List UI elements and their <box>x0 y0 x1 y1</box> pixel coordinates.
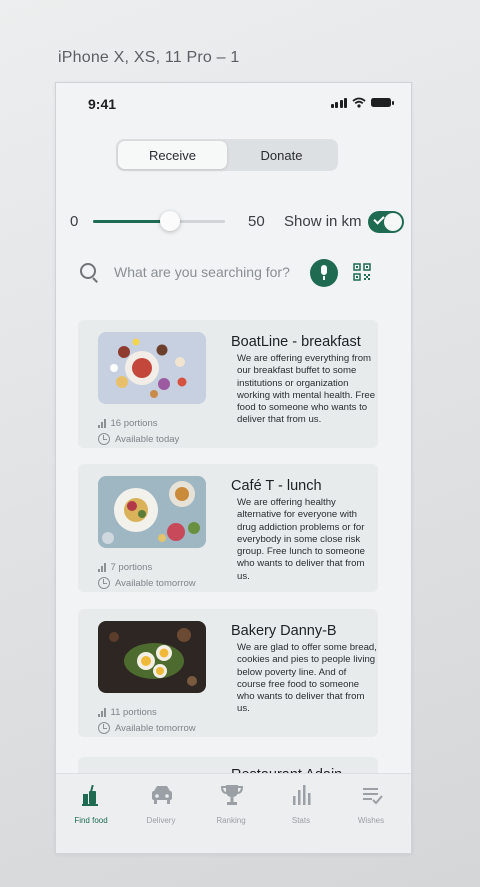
trophy-icon <box>220 785 244 805</box>
phone-screen: 9:41 Receive Donate 0 50 Show in km What… <box>55 82 412 854</box>
search-icon <box>80 263 96 279</box>
voice-search-button[interactable] <box>310 259 338 287</box>
search-bar <box>70 254 345 290</box>
listing-meta: 16 portions Available today <box>98 416 179 448</box>
qr-code-scan-button[interactable] <box>353 263 371 281</box>
distance-min-label: 0 <box>70 213 79 230</box>
availability-text: Available tomorrow <box>115 577 196 589</box>
tab-find-food[interactable]: Find food <box>56 774 126 834</box>
tab-label: Wishes <box>357 816 385 825</box>
wishlist-icon <box>363 788 383 805</box>
tab-wishes[interactable]: Wishes <box>336 774 406 834</box>
portions-icon <box>98 707 106 717</box>
status-bar: 9:41 <box>56 83 411 123</box>
food-listing-card[interactable]: Café T - lunch We are offering healthy a… <box>78 464 378 592</box>
portions-icon <box>98 562 106 572</box>
food-listing-card[interactable]: BoatLine - breakfast We are offering eve… <box>78 320 378 448</box>
portions-count: 7 portions <box>110 561 153 573</box>
car-icon <box>152 786 172 804</box>
battery-icon <box>371 98 394 107</box>
listing-description: We are glad to offer some bread, cookies… <box>237 642 377 715</box>
check-icon <box>373 213 385 225</box>
listing-meta: 7 portions Available tomorrow <box>98 560 196 592</box>
distance-max-label: 50 <box>248 213 265 230</box>
portions-count: 16 portions <box>110 417 158 429</box>
tab-ranking[interactable]: Ranking <box>196 774 266 834</box>
listing-title: Bakery Danny-B <box>231 623 337 639</box>
listing-description: We are offering everything from our brea… <box>237 353 376 426</box>
portions-count: 11 portions <box>110 706 157 718</box>
wifi-icon <box>352 97 366 108</box>
receive-donate-switch: Receive Donate <box>116 139 338 171</box>
status-time: 9:41 <box>88 96 117 112</box>
qr-code-icon <box>353 263 371 281</box>
listing-description: We are offering healthy alternative for … <box>237 497 365 582</box>
distance-slider-track[interactable] <box>93 211 225 231</box>
food-listing-card[interactable]: Bakery Danny-B We are glad to offer some… <box>78 609 378 737</box>
artboard-title: iPhone X, XS, 11 Pro – 1 <box>58 49 240 66</box>
tab-label: Delivery <box>146 816 176 825</box>
availability-text: Available tomorrow <box>115 722 196 734</box>
toggle-knob <box>384 213 402 231</box>
tab-label: Ranking <box>216 816 246 825</box>
show-in-km-toggle[interactable] <box>368 211 404 233</box>
food-photo-breakfast <box>98 332 206 404</box>
tab-label: Find food <box>74 816 108 825</box>
distance-filter: 0 50 Show in km <box>56 211 411 233</box>
segment-receive[interactable]: Receive <box>118 141 227 169</box>
status-icons <box>330 97 394 108</box>
availability-text: Available today <box>115 433 180 445</box>
clock-icon <box>98 433 110 445</box>
segment-donate[interactable]: Donate <box>227 141 336 169</box>
microphone-icon <box>321 265 327 275</box>
listing-meta: 11 portions Available tomorrow <box>98 705 196 737</box>
clock-icon <box>98 577 110 589</box>
tab-label: Stats <box>291 816 311 825</box>
bottom-tab-bar: Find food Delivery Ranking Stats Wishes <box>56 773 411 853</box>
distance-slider-fill <box>93 220 170 223</box>
portions-icon <box>98 418 106 428</box>
food-photo-lunch <box>98 476 206 548</box>
cellular-signal-icon <box>330 97 347 108</box>
listing-title: Café T - lunch <box>231 478 322 494</box>
tab-delivery[interactable]: Delivery <box>126 774 196 834</box>
show-in-km-label: Show in km <box>284 213 362 230</box>
clock-icon <box>98 722 110 734</box>
listing-title: BoatLine - breakfast <box>231 334 361 350</box>
search-input[interactable] <box>102 260 302 284</box>
find-food-icon <box>82 784 98 806</box>
tab-stats[interactable]: Stats <box>266 774 336 834</box>
distance-slider-thumb[interactable] <box>159 211 180 231</box>
food-photo-bakery <box>98 621 206 693</box>
stats-icon <box>293 785 311 805</box>
